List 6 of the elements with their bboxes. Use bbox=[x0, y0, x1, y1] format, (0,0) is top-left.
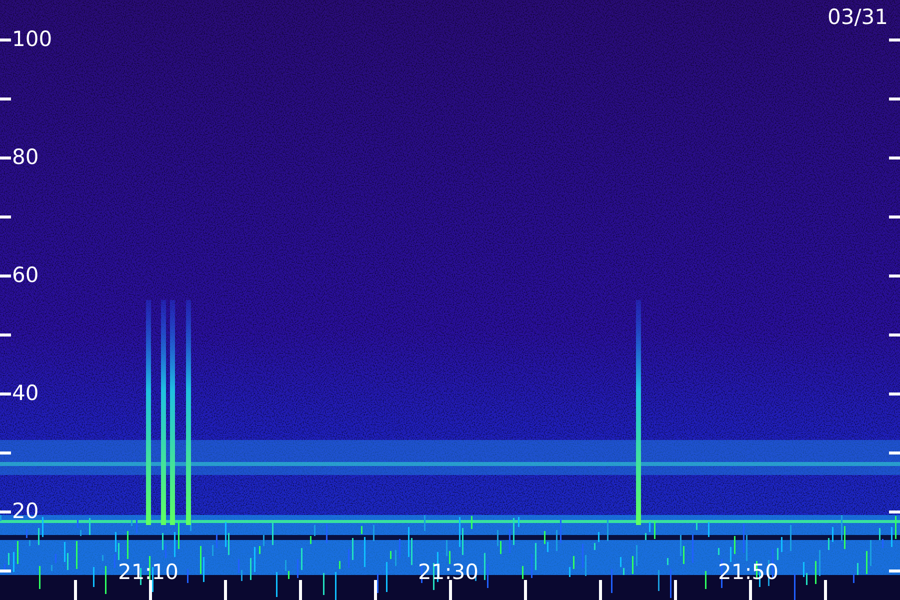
date-label: 03/31 bbox=[827, 4, 888, 30]
y-axis-label: 40 bbox=[12, 380, 39, 406]
y-axis-label: 60 bbox=[12, 262, 39, 288]
y-axis-label: 80 bbox=[12, 144, 39, 170]
y-axis-label: 20 bbox=[12, 498, 39, 524]
y-axis-label: 100 bbox=[12, 26, 52, 52]
